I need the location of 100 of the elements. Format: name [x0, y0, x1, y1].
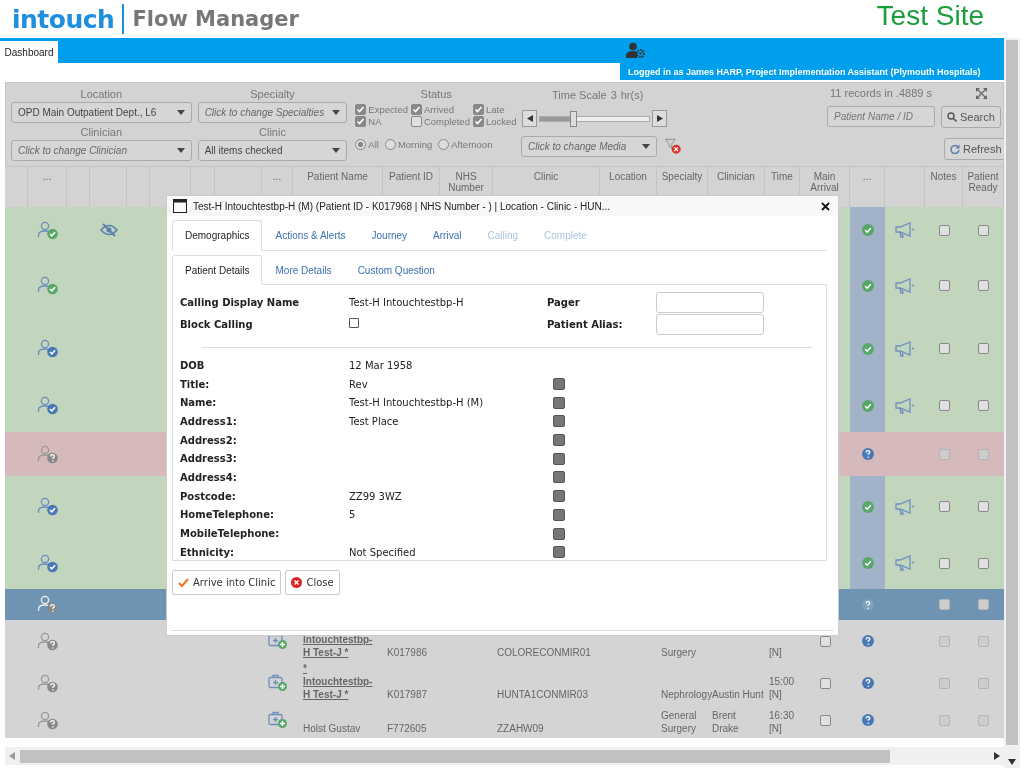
notes-checkbox[interactable]: [938, 557, 950, 569]
field-label: HomeTelephone:: [180, 509, 275, 521]
patient-ready-checkbox[interactable]: [978, 400, 989, 411]
main-arrival-checkbox[interactable]: [819, 714, 831, 726]
megaphone-icon[interactable]: [895, 340, 915, 357]
dialog-tab[interactable]: Journey: [358, 220, 421, 251]
check-icon: [178, 577, 189, 588]
field-checkbox[interactable]: [553, 396, 565, 409]
slider-thumb[interactable]: [569, 110, 577, 127]
medical-bag-plus-icon[interactable]: [267, 674, 288, 692]
patient-name-link[interactable]: * Intouchtestbp-H Test-J *: [303, 662, 373, 701]
table-cell: K017986: [387, 646, 428, 659]
status-checkbox[interactable]: [355, 104, 367, 115]
dialog-subtab[interactable]: More Details: [262, 255, 345, 285]
dialog-subtab[interactable]: Patient Details: [172, 255, 263, 285]
patient-ready-checkbox[interactable]: [978, 224, 989, 236]
notes-checkbox[interactable]: [938, 501, 950, 512]
field-checkbox[interactable]: [553, 490, 565, 503]
megaphone-icon[interactable]: [895, 277, 915, 294]
patient-name: Holst Gustav: [303, 722, 361, 735]
field-checkbox[interactable]: [553, 546, 565, 559]
main-arrival-checkbox[interactable]: [819, 635, 831, 647]
field-label: Address1:: [180, 415, 238, 427]
session-radio[interactable]: [355, 139, 367, 150]
status-checkbox[interactable]: [472, 104, 484, 115]
scroll-left-icon[interactable]: [9, 752, 15, 760]
megaphone-icon[interactable]: [895, 222, 915, 238]
clinic-select[interactable]: All items checked: [197, 140, 348, 161]
megaphone-icon[interactable]: [895, 498, 915, 515]
megaphone-icon[interactable]: [895, 555, 915, 571]
caret-icon: [176, 148, 185, 153]
block-calling-checkbox[interactable]: [349, 318, 359, 328]
table-row[interactable]: * Intouchtestbp-H Test-J * K017987 HUNTA1CONMIR03 NephrologyAustin Hunt 15:00 [N]: [5, 662, 1004, 702]
status-checkbox[interactable]: [355, 116, 367, 127]
notes-checkbox[interactable]: [938, 280, 950, 291]
field-checkbox[interactable]: [553, 378, 565, 391]
close-icon[interactable]: [821, 201, 830, 211]
clear-filter-icon[interactable]: [664, 138, 681, 155]
right-arrow-icon: [656, 115, 663, 122]
media-select[interactable]: Click to change Media: [521, 136, 657, 157]
patient-ready-checkbox[interactable]: [978, 280, 989, 291]
eye-slash-icon[interactable]: [99, 223, 118, 237]
field-checkbox[interactable]: [553, 508, 565, 521]
clinician-select[interactable]: Click to change Clinician: [11, 140, 192, 161]
table-cell-text: Brent Drake: [712, 709, 740, 735]
notes-checkbox[interactable]: [938, 400, 950, 411]
table-cell: Surgery: [661, 646, 696, 659]
medical-bag-plus-icon[interactable]: [267, 711, 288, 729]
notes-checkbox[interactable]: [938, 343, 950, 354]
field-checkbox[interactable]: [553, 471, 565, 484]
dialog-tab[interactable]: Actions & Alerts: [262, 220, 359, 251]
scroll-down-icon[interactable]: [1008, 759, 1016, 765]
patient-alias-field[interactable]: [656, 313, 764, 335]
pager-field[interactable]: [656, 291, 764, 313]
main-arrival-checkbox[interactable]: [819, 677, 831, 689]
logged-in-user: Logged in as James HARP, Project Implementation Assistant (Plymouth Hospitals): [620, 63, 1004, 80]
specialty-select[interactable]: Click to change Specialties: [197, 102, 348, 123]
field-label: Name:: [180, 397, 218, 409]
patient-name-link[interactable]: Intouchtestbp-H Test-J *: [303, 633, 373, 659]
patient-ready-checkbox[interactable]: [978, 343, 989, 354]
nav-tab[interactable]: Dashboard: [0, 41, 58, 63]
table-row[interactable]: Holst Gustav F772605 ZZAHW09 General Surgery Brent Drake 16:30 [N]: [5, 702, 1004, 738]
status-checkbox[interactable]: [410, 104, 422, 115]
dialog-tab[interactable]: Demographics: [172, 220, 263, 251]
session-radio[interactable]: [438, 139, 450, 150]
scroll-right-icon[interactable]: [994, 752, 1000, 760]
field-value: Rev: [349, 378, 369, 390]
table-cell: [N]: [769, 646, 782, 659]
slider-left-button[interactable]: [522, 110, 537, 127]
vertical-scrollbar[interactable]: [1004, 38, 1020, 768]
field-label: Address2:: [180, 434, 238, 446]
patient-ready-checkbox[interactable]: [978, 557, 989, 569]
session-radio[interactable]: [384, 139, 396, 150]
field-checkbox[interactable]: [553, 415, 565, 428]
close-button[interactable]: Close: [285, 570, 340, 595]
horizontal-scrollbar[interactable]: [5, 747, 1004, 765]
dialog-subtab[interactable]: Custom Question: [344, 255, 448, 285]
table-cell: K017987: [387, 688, 428, 701]
megaphone-icon[interactable]: [895, 397, 915, 414]
status-checkbox[interactable]: [472, 116, 484, 127]
patient-ready-checkbox[interactable]: [978, 501, 989, 512]
time-scale-slider[interactable]: [522, 110, 667, 127]
field-label: Postcode:: [180, 490, 237, 502]
field-checkbox[interactable]: [553, 452, 565, 465]
search-button[interactable]: Search: [941, 106, 1001, 128]
patient-search-field[interactable]: Patient Name / ID: [827, 106, 935, 127]
slider-right-button[interactable]: [652, 110, 667, 127]
status-checkbox[interactable]: [410, 116, 422, 127]
field-checkbox[interactable]: [553, 527, 565, 540]
field-checkbox[interactable]: [553, 434, 565, 447]
table-cell: 16:30 [N]: [769, 709, 795, 735]
user-settings-icon[interactable]: [626, 42, 646, 58]
notes-checkbox[interactable]: [938, 224, 950, 236]
field-value: Test-H Intouchtestbp-H (M): [349, 397, 485, 409]
time-scale-value: 3: [610, 89, 617, 101]
location-select[interactable]: OPD Main Outpatient Dept., L6: [11, 102, 192, 123]
arrive-button[interactable]: Arrive into Clinic: [172, 570, 282, 595]
checkbox-label: Late: [485, 104, 505, 115]
expand-icon[interactable]: [975, 87, 987, 99]
dialog-tab[interactable]: Arrival: [420, 220, 475, 251]
